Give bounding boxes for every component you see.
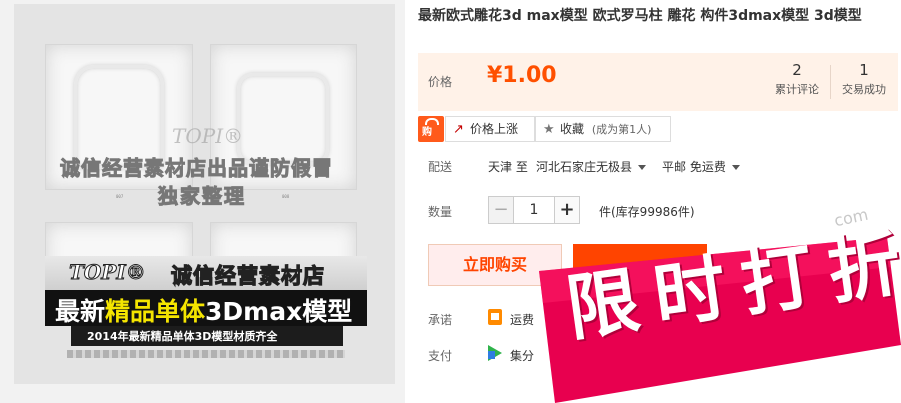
banner-brand: TOPI® bbox=[69, 260, 147, 285]
watermark-text: 诚信经营素材店出品谨防假冒 bbox=[60, 156, 333, 181]
chevron-down-icon bbox=[638, 165, 647, 170]
favorite-label: 收藏 bbox=[560, 122, 585, 136]
price-alert-label: 价格上涨 bbox=[470, 122, 519, 136]
limited-sale-sticker: 限时打折 bbox=[535, 219, 901, 403]
tile-caption: 007 bbox=[116, 194, 124, 199]
banner-main-text: 最新精品单体3Dmax模型 bbox=[55, 292, 352, 328]
payment-label: 支付 bbox=[428, 349, 453, 363]
quantity-decrease-button[interactable]: − bbox=[488, 196, 514, 224]
price-value: ¥1.00 bbox=[487, 63, 557, 88]
deals-label: 交易成功 bbox=[842, 83, 886, 96]
chevron-down-icon bbox=[731, 165, 740, 170]
price-alert-button[interactable]: ↗ 价格上涨 bbox=[445, 116, 535, 142]
reviews-label: 累计评论 bbox=[775, 83, 819, 96]
quantity-label: 数量 bbox=[428, 205, 453, 219]
price-panel: 价格 ¥1.00 2 累计评论 1 交易成功 bbox=[418, 53, 898, 111]
banner-main-suffix: 3Dmax模型 bbox=[205, 297, 353, 326]
payment-play-icon bbox=[488, 345, 502, 361]
watermark-brand: TOPI® bbox=[172, 124, 244, 148]
quantity-input[interactable]: 1 bbox=[514, 196, 554, 224]
payment-text[interactable]: 集分 bbox=[510, 347, 534, 364]
shipping-destination: 河北石家庄无极县 bbox=[536, 160, 633, 174]
tile-caption: 008 bbox=[282, 194, 290, 199]
shipping-insurance-icon bbox=[488, 309, 502, 325]
star-icon: ★ bbox=[543, 122, 555, 137]
promo-badge-text: 购 bbox=[422, 127, 432, 138]
shipping-origin: 天津 至 bbox=[488, 160, 528, 174]
shipping-destination-select[interactable]: 河北石家庄无极县 bbox=[536, 158, 647, 175]
banner-sub-text: 2014年最新精品单体3D模型材质齐全 bbox=[87, 330, 278, 343]
promise-text[interactable]: 运费 bbox=[510, 311, 534, 328]
product-page: 007 008 TOPI® 诚信经营素材店出品谨防假冒 独家整理 TOPI® 诚… bbox=[0, 0, 901, 403]
shipping-method: 平邮 免运费 bbox=[662, 160, 726, 174]
shipping-method-select[interactable]: 平邮 免运费 bbox=[662, 158, 740, 175]
product-image[interactable]: 007 008 TOPI® 诚信经营素材店出品谨防假冒 独家整理 TOPI® 诚… bbox=[0, 0, 405, 403]
promo-banner: TOPI® 诚信经营素材店 最新精品单体3Dmax模型 2014年最新精品单体3… bbox=[45, 256, 367, 358]
watermark-text-secondary: 独家整理 bbox=[158, 184, 246, 209]
banner-main-highlight: 精品单体 bbox=[105, 297, 206, 326]
reviews-count: 2 bbox=[792, 61, 802, 79]
banner-store-name: 诚信经营素材店 bbox=[170, 263, 325, 288]
promise-label: 承诺 bbox=[428, 313, 453, 327]
deals-stat[interactable]: 1 交易成功 bbox=[829, 61, 899, 97]
banner-main-prefix: 最新 bbox=[55, 297, 106, 326]
favorite-button[interactable]: ★ 收藏 (成为第1人) bbox=[535, 116, 671, 142]
product-title: 最新欧式雕花3d max模型 欧式罗马柱 雕花 构件3dmax模型 3d模型 bbox=[418, 8, 862, 24]
shipping-label: 配送 bbox=[428, 160, 453, 174]
shopping-bag-icon[interactable]: 购 bbox=[418, 116, 444, 142]
price-label: 价格 bbox=[428, 75, 453, 89]
stock-info: 件(库存99986件) bbox=[599, 205, 695, 219]
deals-count: 1 bbox=[859, 61, 869, 79]
quantity-increase-button[interactable]: + bbox=[554, 196, 580, 224]
trend-up-icon: ↗ bbox=[453, 122, 464, 137]
banner-footer-pattern bbox=[67, 350, 345, 358]
reviews-stat[interactable]: 2 累计评论 bbox=[762, 61, 832, 97]
favorite-note: (成为第1人) bbox=[591, 123, 652, 136]
